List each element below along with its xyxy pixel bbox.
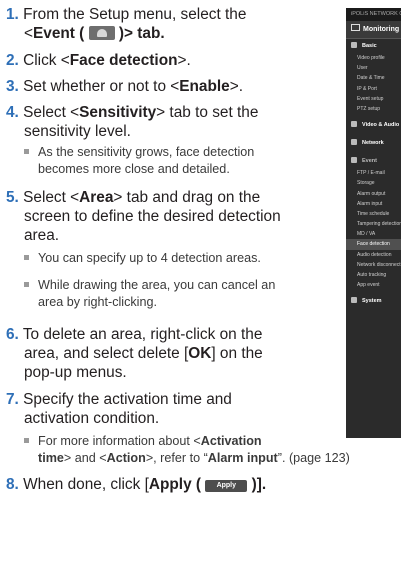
menu-item-network-disconnect[interactable]: Network disconnect: [346, 260, 401, 270]
apply-button-image: Apply: [205, 480, 248, 492]
step-2: 2. Click <Face detection>.: [6, 52, 191, 69]
menu-item-ip-port[interactable]: IP & Port: [346, 84, 401, 94]
bullet-marker: [24, 255, 29, 260]
note-bullet: While drawing the area, you can cancel a…: [24, 277, 324, 311]
video-audio-icon: [351, 121, 357, 128]
step-4: 4. Select <Sensitivity> tab to set the s…: [6, 104, 259, 140]
network-icon: [351, 139, 357, 146]
event-tab-icon: [88, 25, 115, 40]
menu-item-ptz-setup[interactable]: PTZ setup: [346, 104, 401, 114]
note-bullet: You can specify up to 4 detection areas.: [24, 250, 324, 267]
menu-section-video-audio[interactable]: Video & Audio: [346, 118, 401, 132]
menu-item-face-detection[interactable]: Face detection: [346, 239, 401, 250]
menu-item-date-time[interactable]: Date & Time: [346, 73, 401, 83]
step-7: 7. Specify the activation time and activ…: [6, 391, 232, 427]
monitoring-tab[interactable]: Monitoring: [346, 21, 401, 39]
menu-item-audio-detection[interactable]: Audio detection: [346, 250, 401, 260]
step-8: 8. When done, click [Apply ( Apply )].: [6, 476, 267, 493]
menu-item-video-profile[interactable]: Video profile: [346, 53, 401, 63]
menu-item-auto-tracking[interactable]: Auto tracking: [346, 270, 401, 280]
menu-item-ftp-email[interactable]: FTP / E-mail: [346, 168, 401, 178]
menu-section-system[interactable]: System: [346, 294, 401, 308]
menu-section-basic[interactable]: Basic: [346, 39, 401, 53]
step-text: From the Setup menu, select the: [23, 6, 247, 23]
system-gear-icon: [351, 297, 357, 304]
menu-section-event[interactable]: Event: [346, 154, 401, 168]
menu-item-event-setup[interactable]: Event setup: [346, 94, 401, 104]
step-3: 3. Set whether or not to <Enable>.: [6, 78, 243, 95]
settings-icon: [351, 42, 357, 48]
step-1: 1. From the Setup menu, select the <Even…: [6, 6, 247, 42]
bullet-marker: [24, 149, 29, 154]
menu-item-alarm-output[interactable]: Alarm output: [346, 189, 401, 199]
menu-item-storage[interactable]: Storage: [346, 178, 401, 188]
note-bullet: For more information about <Activation t…: [24, 433, 401, 467]
setup-menu-panel: iPOLiS NETWORK CAM Monitoring Basic Vide…: [346, 8, 401, 438]
menu-item-time-schedule[interactable]: Time schedule: [346, 209, 401, 219]
menu-section-network[interactable]: Network: [346, 136, 401, 150]
monitor-icon: [351, 24, 360, 31]
menu-item-md-va[interactable]: MD / VA: [346, 229, 401, 239]
step-5: 5. Select <Area> tab and drag on the scr…: [6, 189, 281, 244]
note-bullet: As the sensitivity grows, face detection…: [24, 144, 324, 178]
step-number: 1.: [6, 6, 19, 23]
step-6: 6. To delete an area, right-click on the…: [6, 326, 263, 381]
menu-item-user[interactable]: User: [346, 63, 401, 73]
bullet-marker: [24, 438, 29, 443]
app-brand: iPOLiS NETWORK CAM: [346, 8, 401, 21]
event-icon: [351, 157, 357, 164]
bullet-marker: [24, 282, 29, 287]
menu-item-app-event[interactable]: App event: [346, 280, 401, 290]
menu-item-alarm-input[interactable]: Alarm input: [346, 199, 401, 209]
menu-item-tampering-detection[interactable]: Tampering detection: [346, 219, 401, 229]
